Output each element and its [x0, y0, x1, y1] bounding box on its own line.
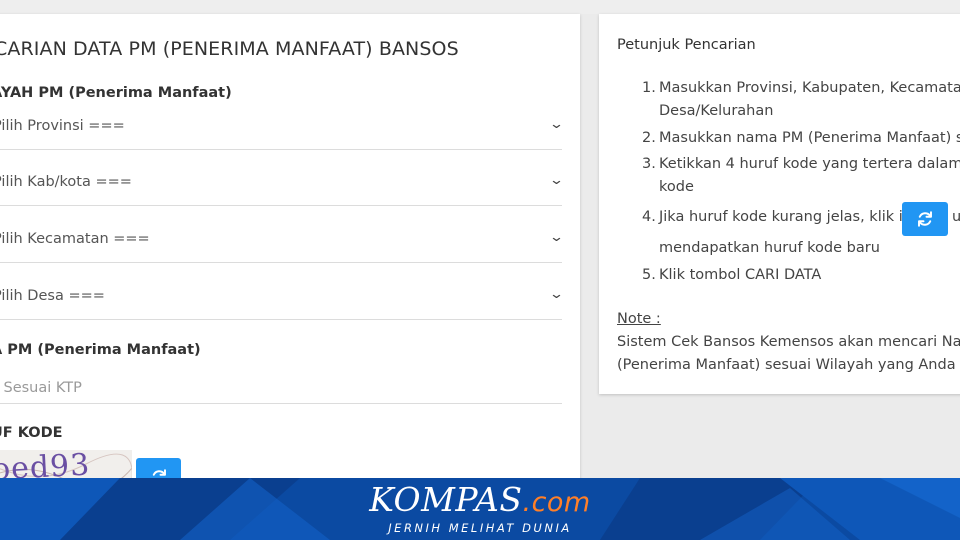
note-label: Note : — [617, 311, 661, 327]
note-text: (Penerima Manfaat) sesuai Wilayah yang A… — [617, 357, 960, 373]
kompas-wordmark: KOMPAS.com — [0, 482, 960, 521]
refresh-icon — [918, 211, 932, 227]
chevron-down-icon: ⌄ — [548, 230, 565, 245]
brand-suffix: .com — [522, 487, 591, 518]
instructions-card: Petunjuk Pencarian 1. Masukkan Provinsi,… — [599, 14, 960, 394]
kode-label: UF KODE — [0, 425, 63, 441]
step-number: 5. — [642, 267, 656, 283]
step-text: Masukkan nama PM (Penerima Manfaat) sesu… — [659, 130, 960, 146]
kompas-banner: KOMPAS.com JERNIH MELIHAT DUNIA — [0, 478, 960, 540]
chevron-down-icon: ⌄ — [548, 117, 565, 132]
instructions-title: Petunjuk Pencarian — [617, 37, 756, 53]
step-number: 3. — [642, 156, 656, 172]
search-form-card: CARIAN DATA PM (PENERIMA MANFAAT) BANSOS… — [0, 14, 580, 494]
step-number: 4. — [642, 209, 656, 225]
step-number: 2. — [642, 130, 656, 146]
chevron-down-icon: ⌄ — [548, 173, 565, 188]
brand-tagline: JERNIH MELIHAT DUNIA — [388, 521, 572, 535]
kabkota-select[interactable]: Pilih Kab/kota === ⌄ — [0, 166, 565, 206]
nama-label: A PM (Penerima Manfaat) — [0, 342, 201, 358]
kompas-logo: KOMPAS.com JERNIH MELIHAT DUNIA — [0, 482, 960, 536]
step-text: Jika huruf kode kurang jelas, klik icon — [659, 209, 929, 225]
step-text: Desa/Kelurahan — [659, 103, 774, 119]
kecamatan-select[interactable]: Pilih Kecamatan === ⌄ — [0, 223, 565, 263]
kabkota-select-value: Pilih Kab/kota === — [0, 174, 132, 190]
step-number: 1. — [642, 80, 656, 96]
step-text: kode — [659, 179, 694, 195]
step-text: Ketikkan 4 huruf kode yang tertera dalam… — [659, 156, 960, 172]
top-strip — [0, 0, 960, 14]
provinsi-select-value: Pilih Provinsi === — [0, 118, 125, 134]
desa-select-value: Pilih Desa === — [0, 288, 105, 304]
form-title: CARIAN DATA PM (PENERIMA MANFAAT) BANSOS — [0, 38, 459, 60]
nama-input[interactable] — [0, 372, 562, 404]
step-text: Masukkan Provinsi, Kabupaten, Kecamatan,… — [659, 80, 960, 96]
desa-select[interactable]: Pilih Desa === ⌄ — [0, 280, 565, 320]
chevron-down-icon: ⌄ — [548, 287, 565, 302]
provinsi-select[interactable]: Pilih Provinsi === ⌄ — [0, 110, 565, 150]
kecamatan-select-value: Pilih Kecamatan === — [0, 231, 150, 247]
inline-refresh-button — [902, 202, 948, 236]
step-text: mendapatkan huruf kode baru — [659, 240, 880, 256]
step-text: Klik tombol CARI DATA — [659, 267, 822, 283]
wilayah-label: AYAH PM (Penerima Manfaat) — [0, 85, 232, 101]
step-text: u — [952, 209, 960, 225]
note-text: Sistem Cek Bansos Kemensos akan mencari … — [617, 334, 960, 350]
brand-name: KOMPAS — [369, 480, 523, 519]
